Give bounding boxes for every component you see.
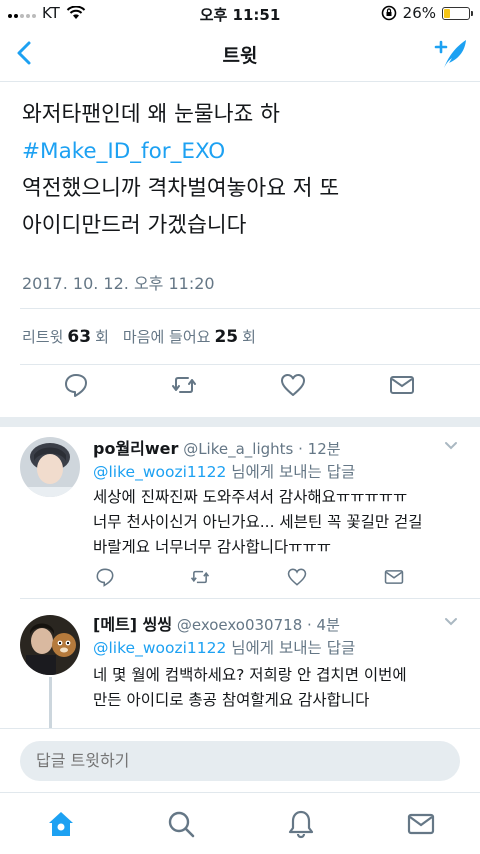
thread-line [49, 677, 52, 729]
reply-line: 바랄게요 너무너무 감사합니다ㅠㅠㅠ [93, 538, 332, 556]
navigation-bar: 트윗 [0, 26, 480, 82]
handle-time: @exoexo030718 · 4분 [176, 616, 340, 634]
handle-time: @Like_a_lights · 12분 [183, 440, 341, 458]
tweet-line: 아이디만드러 가겠습니다 [22, 213, 247, 238]
retweet-unit: 회 [95, 328, 109, 346]
dm-envelope-icon[interactable] [384, 567, 404, 587]
avatar-image [20, 615, 80, 675]
reply-line: 세상에 진짜진짜 도와주셔서 감사해요ㅠㅠㅠㅠㅠ [93, 488, 408, 506]
battery-icon [442, 6, 473, 20]
status-bar: KT 오후 11:51 26% [0, 0, 480, 26]
divider [20, 308, 480, 309]
search-icon[interactable] [166, 809, 196, 839]
chevron-down-icon[interactable] [444, 615, 458, 629]
heart-icon[interactable] [287, 567, 307, 587]
display-name[interactable]: po월리wer [93, 439, 178, 458]
reply-composer [0, 728, 480, 792]
tweet-line: 와저타팬인데 왜 눈물나죠 하 [22, 102, 280, 127]
dm-envelope-icon[interactable] [389, 372, 415, 398]
chevron-down-icon[interactable] [444, 439, 458, 453]
mention-link[interactable]: @like_woozi1122 [93, 463, 226, 481]
retweet-count: 63 [67, 327, 92, 347]
reply-text: 네 몇 월에 컴백하세요? 저희랑 안 겹치면 이번에 만든 아이디로 총공 참… [93, 663, 453, 713]
reply-icon[interactable] [95, 567, 115, 587]
divider [20, 364, 480, 365]
reply-line: 만든 아이디로 총공 참여할게요 감사합니다 [93, 691, 370, 709]
like-label: 마음에 들어요 [122, 328, 211, 346]
reply-icon[interactable] [63, 372, 89, 398]
reply-header: [메트] 씽씽 @exoexo030718 · 4분 [93, 611, 340, 635]
avatar-image [20, 437, 80, 497]
battery-percent: 26% [402, 4, 436, 22]
like-unit: 회 [242, 328, 256, 346]
retweet-label: 리트윗 [22, 328, 64, 346]
reply-to-suffix: 님에게 보내는 답글 [226, 639, 356, 657]
rotation-lock-icon [381, 5, 396, 21]
tweet-stats[interactable]: 리트윗 63 회 마음에 들어요 25 회 [22, 326, 256, 347]
display-name[interactable]: [메트] 씽씽 [93, 615, 172, 634]
tweet-timestamp: 2017. 10. 12. 오후 11:20 [22, 274, 215, 293]
tweet-line: 역전했으니까 격차벌여놓아요 저 또 [22, 176, 340, 201]
home-icon[interactable] [46, 809, 76, 839]
reply-to: @like_woozi1122 님에게 보내는 답글 [93, 460, 355, 482]
avatar[interactable] [20, 437, 80, 497]
like-count: 25 [214, 327, 239, 347]
section-divider [0, 417, 480, 427]
retweet-icon[interactable] [171, 372, 197, 398]
tweet-text: 와저타팬인데 왜 눈물나죠 하 #Make_ID_for_EXO 역전했으니까 … [22, 96, 462, 244]
reply-text: 세상에 진짜진짜 도와주셔서 감사해요ㅠㅠㅠㅠㅠ 너무 천사이신거 아닌가요..… [93, 485, 453, 560]
page-title: 트윗 [222, 45, 258, 67]
reply-to: @like_woozi1122 님에게 보내는 답글 [93, 636, 355, 658]
compose-feather-icon[interactable] [434, 36, 470, 72]
reply-input[interactable] [20, 741, 460, 781]
tab-bar [0, 792, 480, 854]
heart-icon[interactable] [280, 372, 306, 398]
reply-tweet[interactable]: po월리wer @Like_a_lights · 12분 @like_woozi… [0, 427, 480, 597]
battery-info: 26% [381, 4, 473, 22]
reply-header: po월리wer @Like_a_lights · 12분 [93, 435, 341, 459]
reply-line: 네 몇 월에 컴백하세요? 저희랑 안 겹치면 이번에 [93, 666, 407, 684]
reply-tweet[interactable]: [메트] 씽씽 @exoexo030718 · 4분 @like_woozi11… [0, 599, 480, 729]
mention-link[interactable]: @like_woozi1122 [93, 639, 226, 657]
mail-icon[interactable] [406, 809, 436, 839]
reply-to-suffix: 님에게 보내는 답글 [226, 463, 356, 481]
retweet-icon[interactable] [190, 567, 210, 587]
reply-line: 너무 천사이신거 아닌가요... 세븐틴 꼭 꽃길만 걷길 [93, 513, 423, 531]
bell-icon[interactable] [286, 809, 316, 839]
hashtag-link[interactable]: #Make_ID_for_EXO [22, 133, 462, 170]
avatar[interactable] [20, 615, 80, 675]
tweet-actions [0, 372, 480, 412]
